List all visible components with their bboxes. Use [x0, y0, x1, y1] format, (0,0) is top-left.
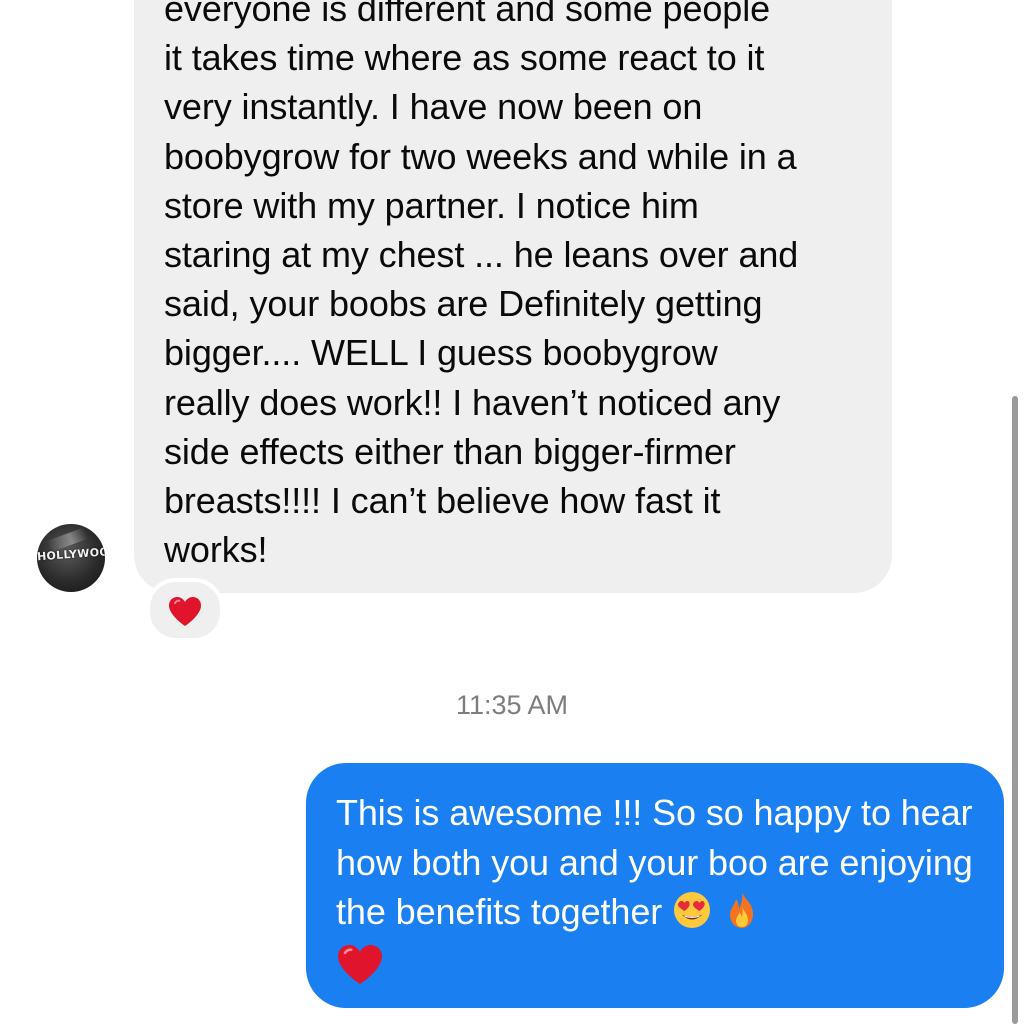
message-thread: everyone is different and some people it… [0, 0, 1024, 1024]
outgoing-message-bubble[interactable]: This is awesome !!! So so happy to hear … [306, 763, 1004, 1008]
fire-emoji-icon [722, 890, 762, 930]
incoming-message-bubble[interactable]: everyone is different and some people it… [134, 0, 892, 593]
outgoing-message-text: This is awesome !!! So so happy to hear … [336, 792, 973, 932]
message-timestamp: 11:35 AM [0, 690, 1024, 721]
avatar-logo-text: HOLLYWOOD [37, 544, 105, 564]
red-heart-emoji-icon [336, 943, 384, 985]
red-heart-icon [169, 597, 201, 626]
incoming-message-text: everyone is different and some people it… [164, 0, 799, 571]
heart-eyes-emoji-icon [672, 890, 712, 930]
scrollbar[interactable] [1012, 396, 1018, 1024]
sender-avatar[interactable]: HOLLYWOOD [37, 524, 105, 592]
message-reaction[interactable] [146, 578, 224, 642]
outgoing-message-content: This is awesome !!! So so happy to hear … [336, 788, 996, 985]
timestamp-text: 11:35 AM [455, 690, 569, 720]
